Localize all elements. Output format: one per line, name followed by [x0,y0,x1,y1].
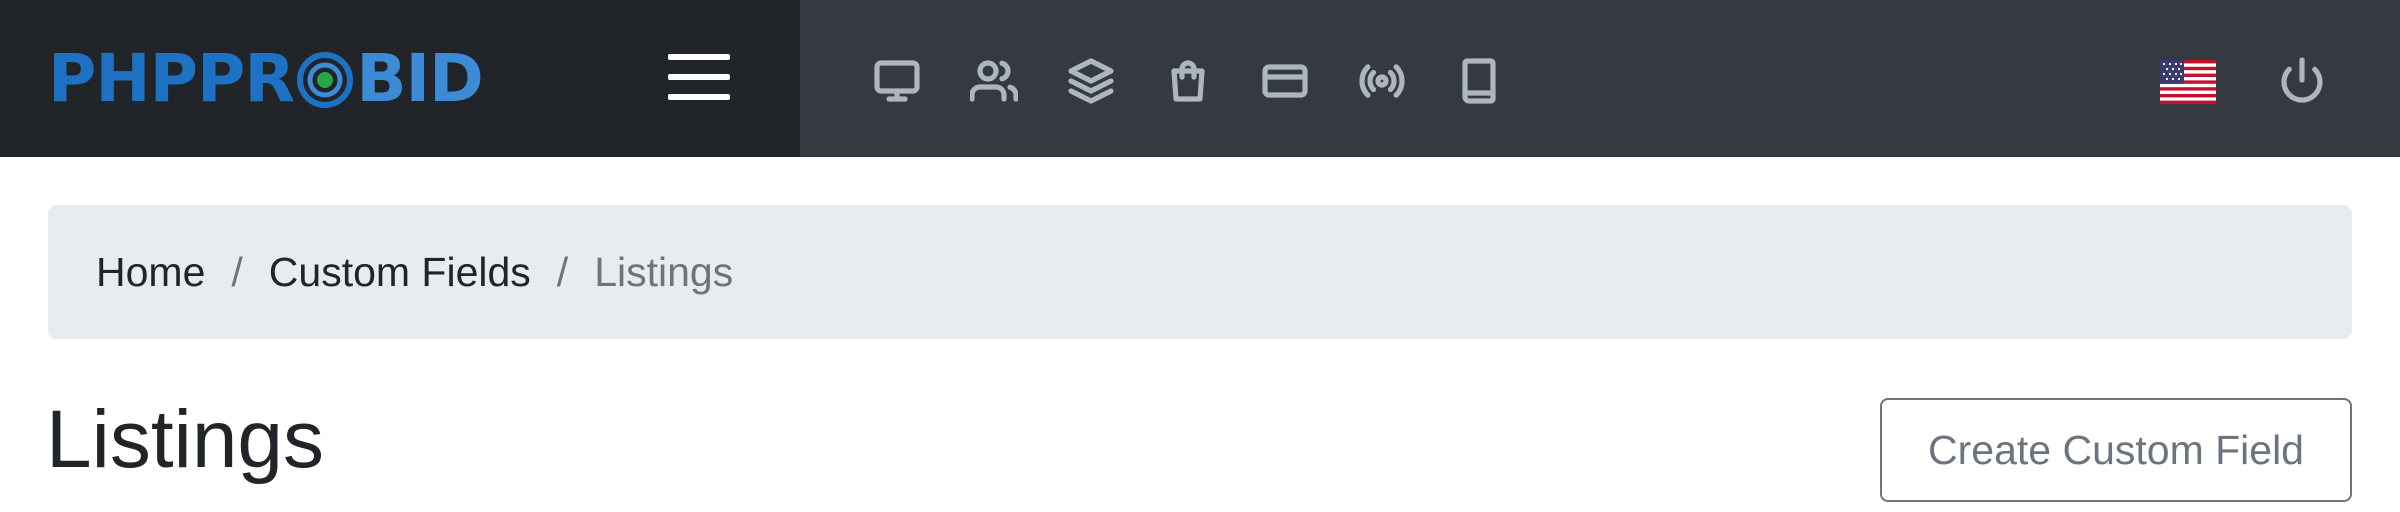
page-title: Listings [46,394,325,485]
top-navbar: PHPPR BID [0,0,2400,157]
users-icon[interactable] [969,56,1019,106]
breadcrumb-item-custom-fields[interactable]: Custom Fields [269,249,531,296]
logo-text-end: BID [356,40,484,117]
book-icon[interactable] [1454,56,1504,106]
breadcrumb-separator: / [556,248,569,295]
hamburger-icon[interactable] [668,54,730,100]
layers-icon[interactable] [1066,56,1116,106]
us-flag-icon[interactable] [2160,60,2216,104]
breadcrumb: Home / Custom Fields / Listings [48,205,2352,339]
brand-logo[interactable]: PHPPR BID [48,40,484,117]
create-custom-field-button[interactable]: Create Custom Field [1880,398,2352,502]
breadcrumb-item-home[interactable]: Home [96,249,205,296]
broadcast-icon[interactable] [1357,56,1407,106]
breadcrumb-separator: / [231,248,243,295]
brand-area: PHPPR BID [0,0,800,157]
credit-card-icon[interactable] [1260,56,1310,106]
shopping-bag-icon[interactable] [1163,56,1213,106]
breadcrumb-item-listings: Listings [594,248,734,295]
monitor-icon[interactable] [872,56,922,106]
nav-icon-group [872,56,1504,106]
logo-text-start: PHPPR [48,40,295,117]
power-icon[interactable] [2278,56,2328,106]
logo-ring-icon [296,51,354,109]
